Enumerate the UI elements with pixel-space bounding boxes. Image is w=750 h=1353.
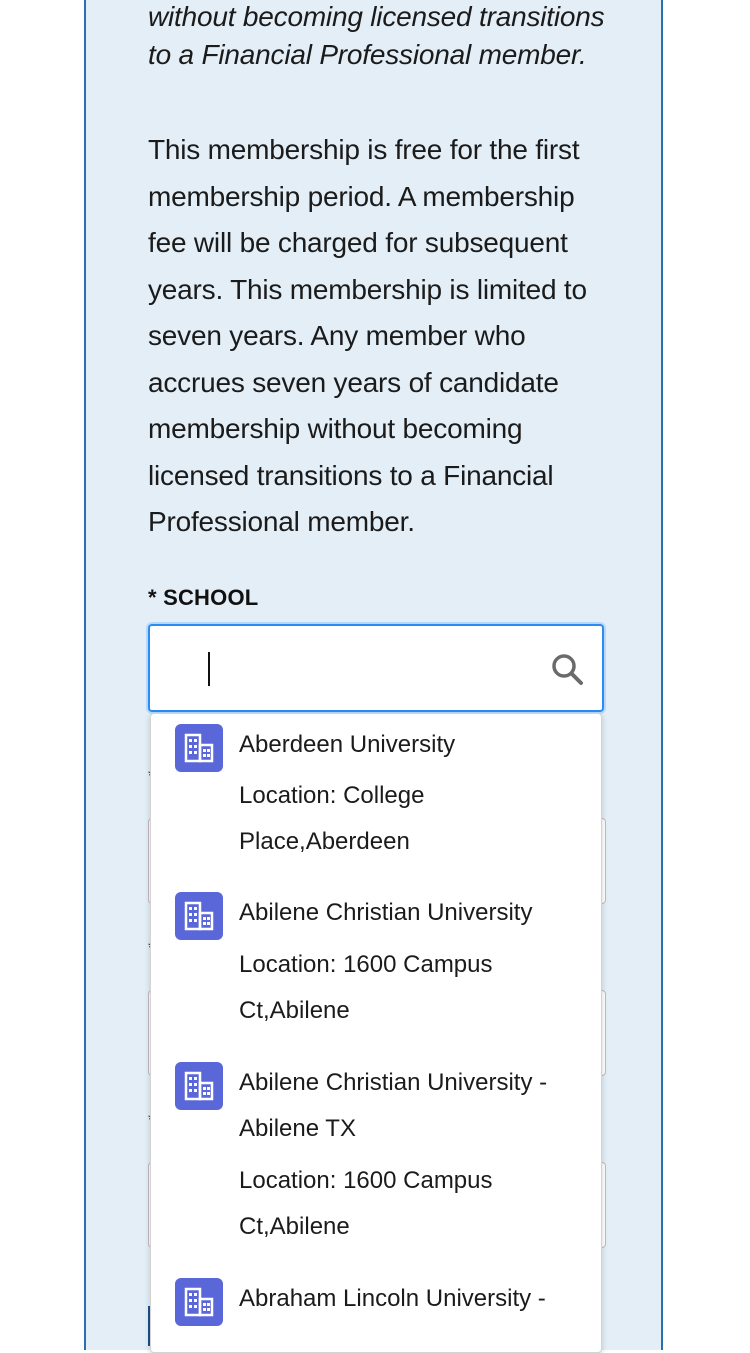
school-suggestions-dropdown: Aberdeen University Location: College Pl… [150, 713, 602, 1353]
school-option-location: Location: 1600 Campus Ct,Abilene [239, 951, 493, 1024]
text-caret [208, 652, 210, 686]
building-icon [175, 1278, 223, 1326]
school-option[interactable]: Abilene Christian University - Abilene T… [151, 1052, 601, 1268]
school-option-title: Abilene Christian University [239, 899, 533, 926]
required-asterisk: * [148, 585, 157, 610]
membership-note-italic: without becoming licensed transitions to… [148, 1, 605, 70]
school-option-title: Aberdeen University [239, 731, 456, 758]
school-option-location: Location: 1600 Campus Ct,Abilene [239, 1167, 493, 1240]
school-option-title: Abraham Lincoln University - [239, 1285, 546, 1312]
building-icon [175, 892, 223, 940]
school-option-location: Location: College Place,Aberdeen [239, 782, 425, 855]
building-icon [175, 724, 223, 772]
school-label-text: SCHOOL [163, 585, 259, 610]
school-option[interactable]: Abraham Lincoln University - [151, 1268, 601, 1352]
school-field-label: * SCHOOL [148, 585, 258, 611]
building-icon [175, 1062, 223, 1110]
school-search-input[interactable] [148, 624, 604, 712]
school-option[interactable]: Aberdeen University Location: College Pl… [151, 714, 601, 882]
school-option-title: Abilene Christian University - Abilene T… [239, 1069, 548, 1142]
school-option[interactable]: Abilene Christian University Location: 1… [151, 882, 601, 1052]
search-icon[interactable] [550, 652, 584, 686]
membership-description: This membership is free for the first me… [148, 134, 587, 537]
